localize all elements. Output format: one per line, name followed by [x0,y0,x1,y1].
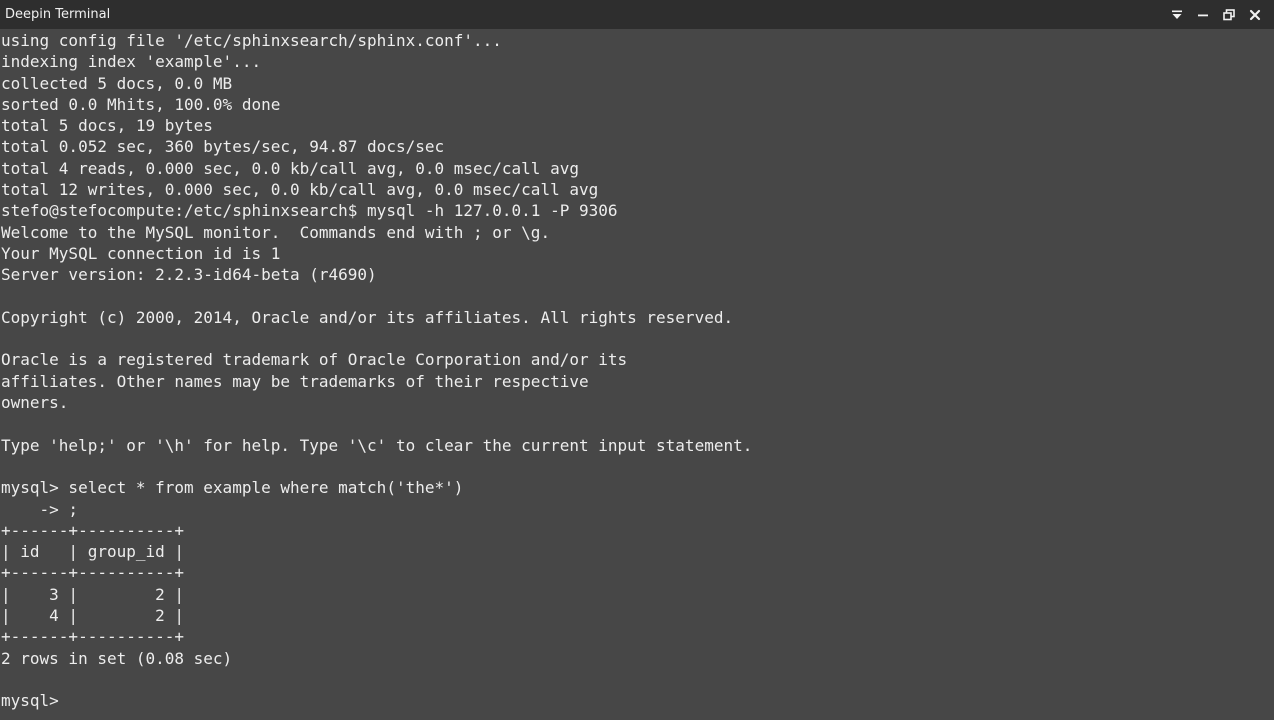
terminal-line: total 0.052 sec, 360 bytes/sec, 94.87 do… [1,137,445,157]
minimize-icon [1198,14,1208,16]
close-icon [1249,9,1261,20]
maximize-button[interactable] [1216,3,1242,27]
mysql-query-line: mysql> select * from example where match… [1,478,464,498]
mysql-prompt[interactable]: mysql> [1,690,1271,711]
terminal-line: affiliates. Other names may be trademark… [1,371,589,391]
terminal-line: owners. [1,393,69,413]
terminal-line: total 12 writes, 0.000 sec, 0.0 kb/call … [1,180,599,200]
table-header-row: | id | group_id | [1,542,185,562]
terminal-line: Server version: 2.2.3-id64-beta (r4690) [1,265,377,285]
window-title: Deepin Terminal [5,7,111,22]
window-controls [1164,0,1268,29]
minimize-button[interactable] [1190,3,1216,27]
terminal-line: indexing index 'example'... [1,52,262,72]
terminal-line: total 5 docs, 19 bytes [1,116,213,136]
table-row: | 3 | 2 | [1,584,185,604]
table-border: +------+----------+ [1,520,185,540]
terminal-line: using config file '/etc/sphinxsearch/sph… [1,31,502,50]
mysql-continuation-line: -> ; [1,499,79,519]
terminal-line: sorted 0.0 Mhits, 100.0% done [1,94,281,114]
terminal-output[interactable]: using config file '/etc/sphinxsearch/sph… [1,30,1271,720]
terminal-line: Welcome to the MySQL monitor. Commands e… [1,222,551,242]
shell-command-line: stefo@stefocompute:/etc/sphinxsearch$ my… [1,201,618,221]
menu-icon [1172,10,1182,19]
title-bar[interactable]: Deepin Terminal [0,0,1274,29]
terminal-window: Deepin Terminal using config file '/etc/… [0,0,1274,720]
maximize-icon [1223,8,1235,20]
table-border: +------+----------+ [1,627,185,647]
terminal-line: Oracle is a registered trademark of Orac… [1,350,628,370]
terminal-line: Copyright (c) 2000, 2014, Oracle and/or … [1,307,734,327]
close-button[interactable] [1242,3,1268,27]
terminal-line: collected 5 docs, 0.0 MB [1,73,233,93]
menu-button[interactable] [1164,3,1190,27]
terminal-line: Type 'help;' or '\h' for help. Type '\c'… [1,435,753,455]
result-summary: 2 rows in set (0.08 sec) [1,648,233,668]
terminal-line: total 4 reads, 0.000 sec, 0.0 kb/call av… [1,158,579,178]
table-border: +------+----------+ [1,563,185,583]
table-row: | 4 | 2 | [1,606,185,626]
terminal-line: Your MySQL connection id is 1 [1,243,281,263]
